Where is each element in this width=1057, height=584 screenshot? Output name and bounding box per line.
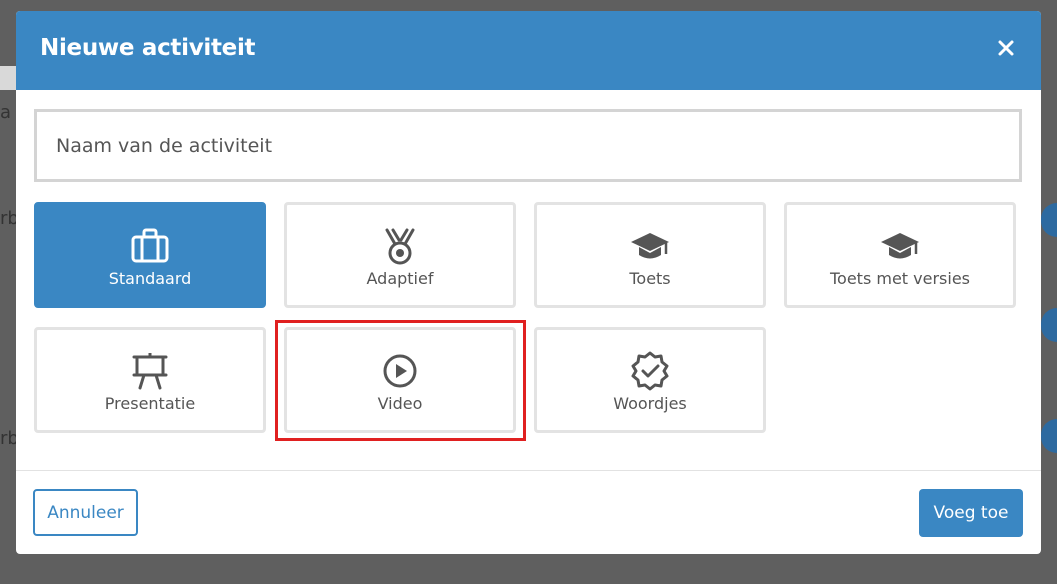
- tile-label: Woordjes: [613, 394, 687, 413]
- tile-toets[interactable]: Toets: [534, 202, 766, 308]
- tile-label: Video: [377, 394, 423, 413]
- briefcase-icon: [129, 226, 171, 266]
- background-play-icon: [1041, 419, 1057, 453]
- tile-label: Presentatie: [104, 394, 196, 413]
- cancel-button[interactable]: Annuleer: [33, 489, 138, 536]
- activity-name-input[interactable]: [34, 109, 1022, 182]
- background-text: a: [0, 102, 12, 123]
- footer-divider: [16, 470, 1041, 471]
- modal-header: Nieuwe activiteit: [16, 11, 1041, 90]
- tile-label: Toets: [629, 269, 671, 288]
- background-panel: [0, 66, 16, 90]
- tile-presentatie[interactable]: Presentatie: [34, 327, 266, 433]
- new-activity-modal: Nieuwe activiteit Standaard: [16, 11, 1041, 554]
- background-layers-icon: [1041, 308, 1057, 342]
- modal-title: Nieuwe activiteit: [40, 35, 256, 61]
- tile-label: Adaptief: [366, 269, 434, 288]
- graduation-cap-icon: [879, 226, 921, 266]
- presentation-easel-icon: [129, 351, 171, 391]
- add-button[interactable]: Voeg toe: [919, 489, 1023, 537]
- medal-icon: [379, 226, 421, 266]
- close-icon[interactable]: [995, 37, 1017, 59]
- tile-label: Toets met versies: [829, 269, 971, 288]
- background-layers-icon: [1041, 203, 1057, 237]
- tile-woordjes[interactable]: Woordjes: [534, 327, 766, 433]
- badge-check-icon: [629, 351, 671, 391]
- tile-adaptief[interactable]: Adaptief: [284, 202, 516, 308]
- graduation-cap-icon: [629, 226, 671, 266]
- play-circle-icon: [379, 351, 421, 391]
- tile-toets-met-versies[interactable]: Toets met versies: [784, 202, 1016, 308]
- tile-video[interactable]: Video: [284, 327, 516, 433]
- tile-label: Standaard: [108, 269, 192, 288]
- tile-standaard[interactable]: Standaard: [34, 202, 266, 308]
